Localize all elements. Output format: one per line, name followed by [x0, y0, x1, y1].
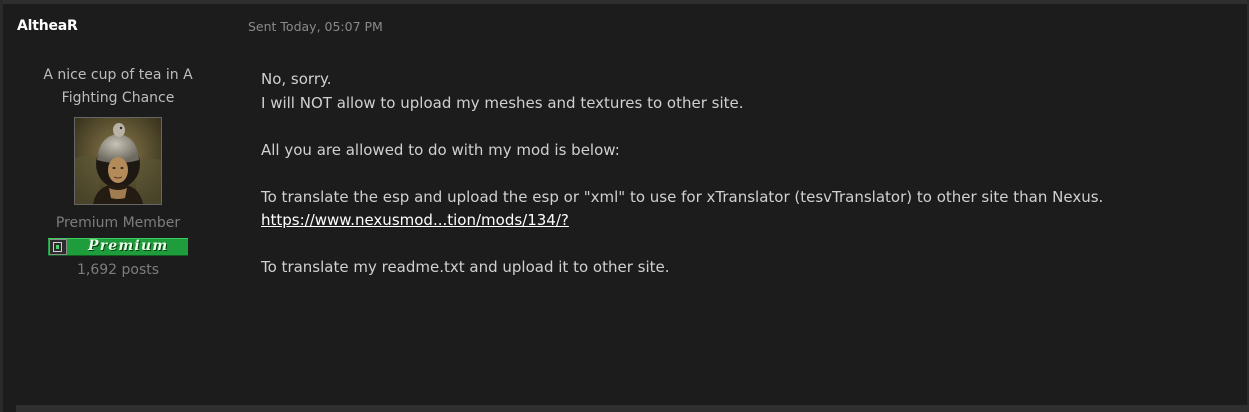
post-text-line: No, sorry. — [261, 70, 332, 88]
user-title: A nice cup of tea in A Fighting Chance — [43, 67, 193, 106]
post-text-line: All you are allowed to do with my mod is… — [261, 140, 620, 159]
post-text-line: To translate my readme.txt and upload it… — [261, 258, 670, 276]
avatar-image — [75, 118, 161, 204]
post-count: 1,692 posts — [76, 262, 160, 278]
post-header: AltheaR Sent Today, 05:07 PM — [0, 4, 1249, 44]
post-left-border — [0, 0, 3, 412]
author-info-panel: A nice cup of tea in A Fighting Chance P… — [17, 64, 219, 280]
premium-emblem-icon — [49, 239, 67, 255]
avatar[interactable] — [74, 117, 162, 205]
premium-badge-label: Premium — [88, 238, 169, 254]
premium-badge: Premium — [48, 238, 188, 256]
post-text-line: I will NOT allow to upload my meshes and… — [261, 93, 744, 112]
post-footer-bar — [16, 405, 1249, 412]
post-body: No, sorry. I will NOT allow to upload my… — [261, 68, 1231, 280]
post-date: Sent Today, 05:07 PM — [248, 19, 383, 34]
post-text-line: To translate the esp and upload the esp … — [261, 187, 1104, 206]
author-name-link[interactable]: AltheaR — [17, 18, 78, 34]
mod-page-link[interactable]: https://www.nexusmod...tion/mods/134/? — [261, 211, 569, 229]
member-group: Premium Member — [55, 215, 181, 231]
